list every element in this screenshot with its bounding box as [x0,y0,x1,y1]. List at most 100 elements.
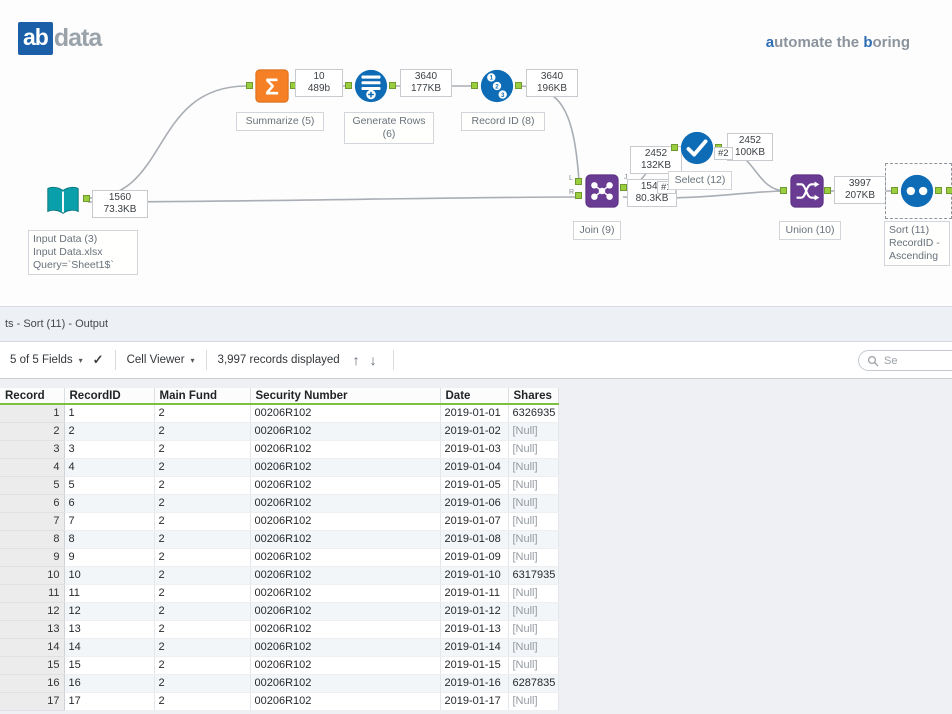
data-cell[interactable]: 2019-01-17 [440,692,509,711]
fields-dropdown[interactable]: 5 of 5 Fields ▾ [10,354,83,366]
data-cell[interactable]: 6317935 [508,566,559,585]
data-cell[interactable]: 2 [154,656,251,675]
row-number-cell[interactable]: 17 [0,692,65,711]
data-cell[interactable]: [Null] [508,512,559,531]
record-id-input-anchor[interactable] [471,82,478,89]
col-header-recordid[interactable]: RecordID [64,388,155,405]
data-cell[interactable]: 4 [64,458,155,477]
generate-rows-tool[interactable] [352,67,390,105]
generate-rows-output-anchor[interactable] [389,82,396,89]
apply-check-icon[interactable]: ✓ [93,352,104,368]
data-cell[interactable]: 2 [154,620,251,639]
join-input-left-anchor[interactable] [575,178,582,185]
select-tool[interactable] [678,129,716,167]
row-number-cell[interactable]: 4 [0,458,65,477]
data-cell[interactable]: 14 [64,638,155,657]
table-row[interactable]: 9 9 2 00206R102 2019-01-09 [Null] [0,548,559,567]
data-cell[interactable]: [Null] [508,548,559,567]
row-number-cell[interactable]: 14 [0,638,65,657]
table-row[interactable]: 10 10 2 00206R102 2019-01-10 6317935 [0,566,559,585]
data-cell[interactable]: 00206R102 [250,476,441,495]
data-cell[interactable]: [Null] [508,476,559,495]
row-number-cell[interactable]: 13 [0,620,65,639]
cell-viewer-dropdown[interactable]: Cell Viewer ▾ [127,354,195,366]
data-cell[interactable]: 2 [154,422,251,441]
row-number-cell[interactable]: 1 [0,404,65,423]
data-cell[interactable]: 7 [64,512,155,531]
data-cell[interactable]: 00206R102 [250,566,441,585]
data-cell[interactable]: 6287835 [508,674,559,693]
join-output-anchor[interactable] [620,184,627,191]
data-cell[interactable]: 00206R102 [250,422,441,441]
join-input-right-anchor[interactable] [575,192,582,199]
select-input-anchor[interactable] [671,144,678,151]
data-cell[interactable]: 2 [154,404,251,423]
data-cell[interactable]: 00206R102 [250,620,441,639]
data-cell[interactable]: 12 [64,602,155,621]
data-cell[interactable]: 2019-01-03 [440,440,509,459]
table-row[interactable]: 17 17 2 00206R102 2019-01-17 [Null] [0,692,559,711]
data-cell[interactable]: 2019-01-15 [440,656,509,675]
summarize-input-anchor[interactable] [246,82,253,89]
table-row[interactable]: 7 7 2 00206R102 2019-01-07 [Null] [0,512,559,531]
data-cell[interactable]: [Null] [508,440,559,459]
union-output-anchor[interactable] [824,187,831,194]
workflow-canvas[interactable]: ab data automate the boring 1560 73.3KB … [0,0,952,306]
sort-output-anchor[interactable] [935,187,942,194]
table-row[interactable]: 14 14 2 00206R102 2019-01-14 [Null] [0,638,559,657]
table-row[interactable]: 11 11 2 00206R102 2019-01-11 [Null] [0,584,559,603]
summarize-tool[interactable]: Σ [253,67,291,105]
table-row[interactable]: 4 4 2 00206R102 2019-01-04 [Null] [0,458,559,477]
data-cell[interactable]: 2 [154,692,251,711]
data-cell[interactable]: 16 [64,674,155,693]
record-id-tool[interactable]: 1 2 3 [478,67,516,105]
union-input-anchor[interactable] [780,187,787,194]
data-cell[interactable]: 00206R102 [250,656,441,675]
data-cell[interactable]: 2019-01-05 [440,476,509,495]
data-cell[interactable]: [Null] [508,656,559,675]
data-cell[interactable]: 2 [154,530,251,549]
data-cell[interactable]: 00206R102 [250,692,441,711]
row-number-cell[interactable]: 6 [0,494,65,513]
row-number-cell[interactable]: 11 [0,584,65,603]
search-input[interactable]: Se [858,350,952,371]
table-row[interactable]: 12 12 2 00206R102 2019-01-12 [Null] [0,602,559,621]
data-cell[interactable]: 2019-01-10 [440,566,509,585]
data-cell[interactable]: 1 [64,404,155,423]
data-cell[interactable]: 6 [64,494,155,513]
data-cell[interactable]: [Null] [508,530,559,549]
data-cell[interactable]: 2019-01-04 [440,458,509,477]
data-cell[interactable]: [Null] [508,458,559,477]
data-cell[interactable]: [Null] [508,494,559,513]
data-cell[interactable]: 5 [64,476,155,495]
col-header-shares[interactable]: Shares [508,388,559,405]
data-cell[interactable]: 2 [154,494,251,513]
table-row[interactable]: 3 3 2 00206R102 2019-01-03 [Null] [0,440,559,459]
data-cell[interactable]: 2 [64,422,155,441]
table-row[interactable]: 16 16 2 00206R102 2019-01-16 6287835 [0,674,559,693]
data-cell[interactable]: 2019-01-02 [440,422,509,441]
data-cell[interactable]: 00206R102 [250,530,441,549]
data-cell[interactable]: 00206R102 [250,512,441,531]
data-cell[interactable]: [Null] [508,584,559,603]
data-cell[interactable]: [Null] [508,692,559,711]
down-arrow-button[interactable]: ↓ [370,352,377,368]
data-cell[interactable]: 00206R102 [250,602,441,621]
record-id-output-anchor[interactable] [515,82,522,89]
data-cell[interactable]: 2019-01-14 [440,638,509,657]
data-cell[interactable]: 15 [64,656,155,675]
row-number-cell[interactable]: 10 [0,566,65,585]
table-row[interactable]: 13 13 2 00206R102 2019-01-13 [Null] [0,620,559,639]
data-cell[interactable]: [Null] [508,602,559,621]
data-cell[interactable]: [Null] [508,620,559,639]
data-cell[interactable]: 2 [154,584,251,603]
data-cell[interactable]: 00206R102 [250,404,441,423]
data-cell[interactable]: 11 [64,584,155,603]
data-cell[interactable]: 00206R102 [250,494,441,513]
table-row[interactable]: 15 15 2 00206R102 2019-01-15 [Null] [0,656,559,675]
up-arrow-button[interactable]: ↑ [353,352,360,368]
data-cell[interactable]: 13 [64,620,155,639]
table-row[interactable]: 6 6 2 00206R102 2019-01-06 [Null] [0,494,559,513]
data-cell[interactable]: 17 [64,692,155,711]
row-number-cell[interactable]: 9 [0,548,65,567]
